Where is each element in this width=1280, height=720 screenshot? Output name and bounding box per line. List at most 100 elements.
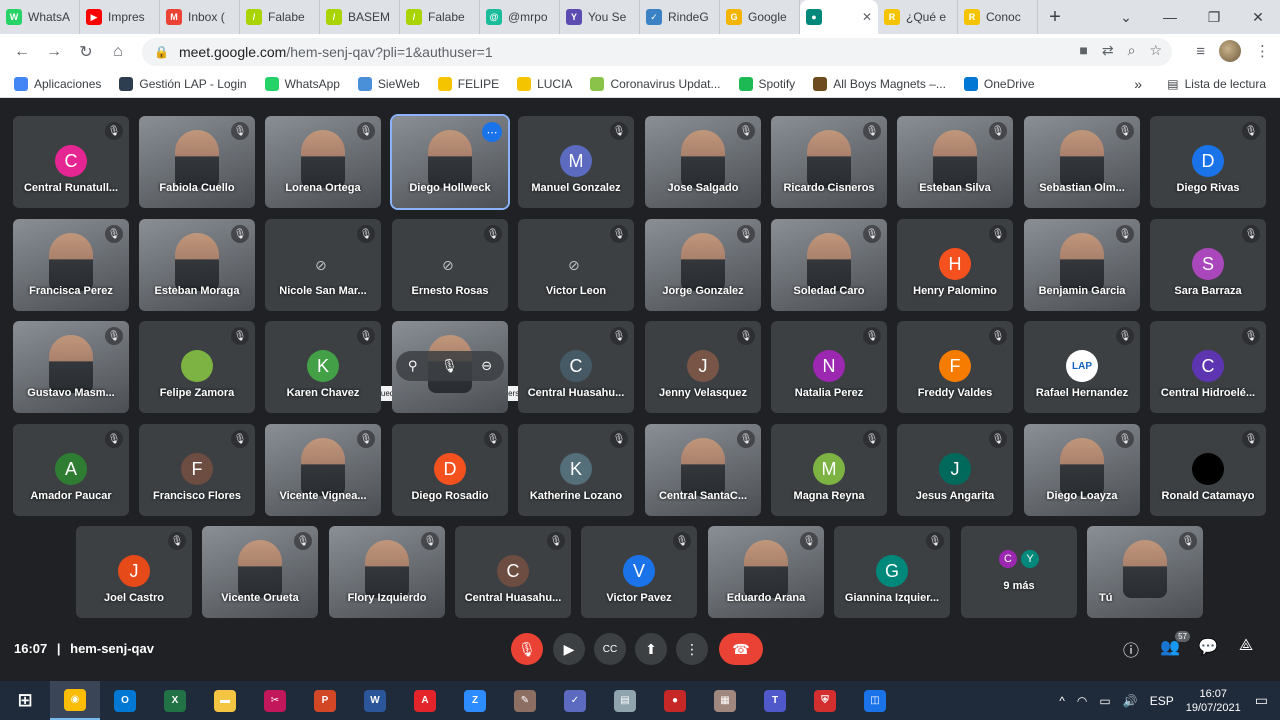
browser-tab[interactable]: ▶ Impres — [80, 0, 160, 34]
more-bookmarks-button[interactable]: » — [1134, 76, 1142, 92]
browser-tab[interactable]: M Inbox ( — [160, 0, 240, 34]
activities-button[interactable]: ⟁ — [1234, 637, 1258, 655]
taskbar-shield[interactable]: ⛨ — [800, 681, 850, 720]
forward-button[interactable]: → — [38, 43, 70, 61]
taskbar-meet-app[interactable]: ◫ — [850, 681, 900, 720]
participant-tile[interactable]: 🎙 Flory Izquierdo — [329, 526, 445, 618]
bookmark-item[interactable]: LUCIA — [517, 76, 572, 91]
browser-tab[interactable]: G Google — [720, 0, 800, 34]
lock-icon[interactable]: 🔒 — [154, 45, 169, 59]
participant-tile[interactable]: 🎙 Central SantaC... — [645, 424, 761, 516]
taskbar-zoom[interactable]: Z — [450, 681, 500, 720]
participant-tile[interactable]: J 🎙 Jenny Velasquez — [645, 321, 761, 413]
reading-list-button[interactable]: ▤ Lista de lectura — [1167, 77, 1266, 91]
taskbar-file-explorer[interactable]: ▬ — [200, 681, 250, 720]
chevron-down-icon[interactable]: ⌄ — [1104, 9, 1148, 26]
taskbar-printer[interactable]: ▤ — [600, 681, 650, 720]
participant-tile[interactable]: LAP 🎙 Rafael Hernandez — [1024, 321, 1140, 413]
participant-tile[interactable]: J 🎙 Jesus Angarita — [897, 424, 1013, 516]
browser-tab[interactable]: W WhatsA — [0, 0, 80, 34]
participant-tile[interactable]: 🎙 Francisca Perez — [13, 219, 129, 311]
participant-tile[interactable]: 🎙 Ronald Catamayo — [1150, 424, 1266, 516]
participant-tile[interactable]: C 🎙 Central Huasahu... — [455, 526, 571, 618]
translate-icon[interactable]: ⇄ — [1102, 42, 1114, 59]
participant-tile[interactable]: G 🎙 Giannina Izquier... — [834, 526, 950, 618]
taskbar-excel[interactable]: X — [150, 681, 200, 720]
bookmark-item[interactable]: OneDrive — [963, 76, 1035, 91]
pin-icon[interactable]: ⚲ — [408, 358, 418, 374]
participant-tile[interactable]: J 🎙 Joel Castro — [76, 526, 192, 618]
participant-tile[interactable]: ⊘ 🎙 Nicole San Mar... — [265, 219, 381, 311]
participant-tile[interactable]: ⊘ 🎙 Victor Leon — [518, 219, 634, 311]
participant-tile[interactable]: 🎙 Eduardo Arana — [708, 526, 824, 618]
browser-tab[interactable]: Y You Se — [560, 0, 640, 34]
camera-indicator-icon[interactable]: ■ — [1079, 42, 1087, 59]
media-control-icon[interactable]: ≡ — [1196, 43, 1205, 60]
mute-participant-icon[interactable]: 🎙 — [441, 358, 458, 374]
participant-tile[interactable]: 🎙 Tú — [1087, 526, 1203, 618]
participant-tile[interactable]: 🎙 Vicente Vignea... — [265, 424, 381, 516]
taskbar-chrome[interactable]: ◉ — [50, 681, 100, 720]
participant-tile[interactable]: F 🎙 Freddy Valdes — [897, 321, 1013, 413]
participant-tile[interactable]: 🎙 Esteban Silva — [897, 116, 1013, 208]
present-button[interactable]: ⬆ — [635, 633, 667, 665]
reload-button[interactable]: ↻ — [70, 42, 102, 62]
participant-tile[interactable]: M 🎙 Manuel Gonzalez — [518, 116, 634, 208]
taskbar-recorder[interactable]: ● — [650, 681, 700, 720]
battery-icon[interactable]: ▭ — [1099, 694, 1110, 708]
participant-tile[interactable]: K 🎙 Katherine Lozano — [518, 424, 634, 516]
minimize-button[interactable]: — — [1148, 9, 1192, 25]
participant-tile[interactable]: 🎙 Vicente Orueta — [202, 526, 318, 618]
bookmark-item[interactable]: Coronavirus Updat... — [590, 76, 721, 91]
zoom-icon[interactable]: ⌕ — [1128, 42, 1136, 59]
close-window-button[interactable]: ✕ — [1236, 9, 1280, 26]
wifi-icon[interactable]: ◠ — [1077, 694, 1087, 708]
participant-tile[interactable]: 🎙 Felipe Zamora — [139, 321, 255, 413]
more-options-button[interactable]: ⋮ — [676, 633, 708, 665]
participant-tile[interactable]: K 🎙 Karen Chavez — [265, 321, 381, 413]
taskbar-paint[interactable]: ✎ — [500, 681, 550, 720]
browser-tab[interactable]: R Conoc — [958, 0, 1038, 34]
browser-tab[interactable]: @ @mrpo — [480, 0, 560, 34]
menu-icon[interactable]: ⋮ — [1255, 42, 1270, 60]
participant-tile[interactable]: 🎙 Fabiola Cuello — [139, 116, 255, 208]
participant-tile[interactable]: ⋯ Diego Hollweck — [392, 116, 508, 208]
participant-tile[interactable]: S 🎙 Sara Barraza — [1150, 219, 1266, 311]
taskbar-outlook[interactable]: O — [100, 681, 150, 720]
bookmark-item[interactable]: Aplicaciones — [14, 76, 101, 91]
participant-tile[interactable]: 🎙 Lorena Ortega — [265, 116, 381, 208]
browser-tab[interactable]: / BASEM — [320, 0, 400, 34]
participant-tile[interactable]: C 🎙 Central Hidroelé... — [1150, 321, 1266, 413]
participant-tile[interactable]: D 🎙 Diego Rosadio — [392, 424, 508, 516]
taskbar-acrobat[interactable]: A — [400, 681, 450, 720]
participant-tile[interactable]: M 🎙 Magna Reyna — [771, 424, 887, 516]
participant-tile[interactable]: 🎙 Diego Loayza — [1024, 424, 1140, 516]
participant-tile[interactable]: V 🎙 Victor Pavez — [581, 526, 697, 618]
language-indicator[interactable]: ESP — [1150, 694, 1174, 708]
clock[interactable]: 16:07 19/07/2021 — [1186, 687, 1241, 715]
taskbar-powerpoint[interactable]: P — [300, 681, 350, 720]
chat-button[interactable]: 💬 — [1196, 637, 1220, 657]
home-button[interactable]: ⌂ — [102, 43, 134, 61]
leave-call-button[interactable]: ☎ — [719, 633, 763, 665]
participant-tile[interactable]: ⊘ 🎙 Ernesto Rosas — [392, 219, 508, 311]
participant-tile[interactable]: 🎙 Gustavo Masm... — [13, 321, 129, 413]
participant-tile[interactable]: C 🎙 Central Runatull... — [13, 116, 129, 208]
restore-button[interactable]: ❐ — [1192, 9, 1236, 26]
participant-tile[interactable]: C 🎙 Central Huasahu... — [518, 321, 634, 413]
participant-tile[interactable]: 🎙 Jose Salgado — [645, 116, 761, 208]
browser-tab[interactable]: / Falabe — [400, 0, 480, 34]
meeting-details-button[interactable]: ⓘ — [1119, 637, 1143, 661]
new-tab-button[interactable]: + — [1038, 6, 1072, 29]
people-button[interactable]: 👥 57 — [1158, 631, 1190, 657]
browser-tab[interactable]: / Falabe — [240, 0, 320, 34]
volume-icon[interactable]: 🔊 — [1123, 694, 1138, 708]
participant-tile[interactable]: H 🎙 Henry Palomino — [897, 219, 1013, 311]
bookmark-item[interactable]: Gestión LAP - Login — [119, 76, 247, 91]
participant-tile[interactable]: 🎙 Sebastian Olm... — [1024, 116, 1140, 208]
captions-button[interactable]: CC — [594, 633, 626, 665]
tray-chevron-icon[interactable]: ^ — [1059, 694, 1065, 708]
taskbar-start-button[interactable]: ⊞ — [0, 681, 50, 720]
bookmark-item[interactable]: WhatsApp — [264, 76, 340, 91]
close-tab-icon[interactable]: ✕ — [862, 10, 872, 24]
